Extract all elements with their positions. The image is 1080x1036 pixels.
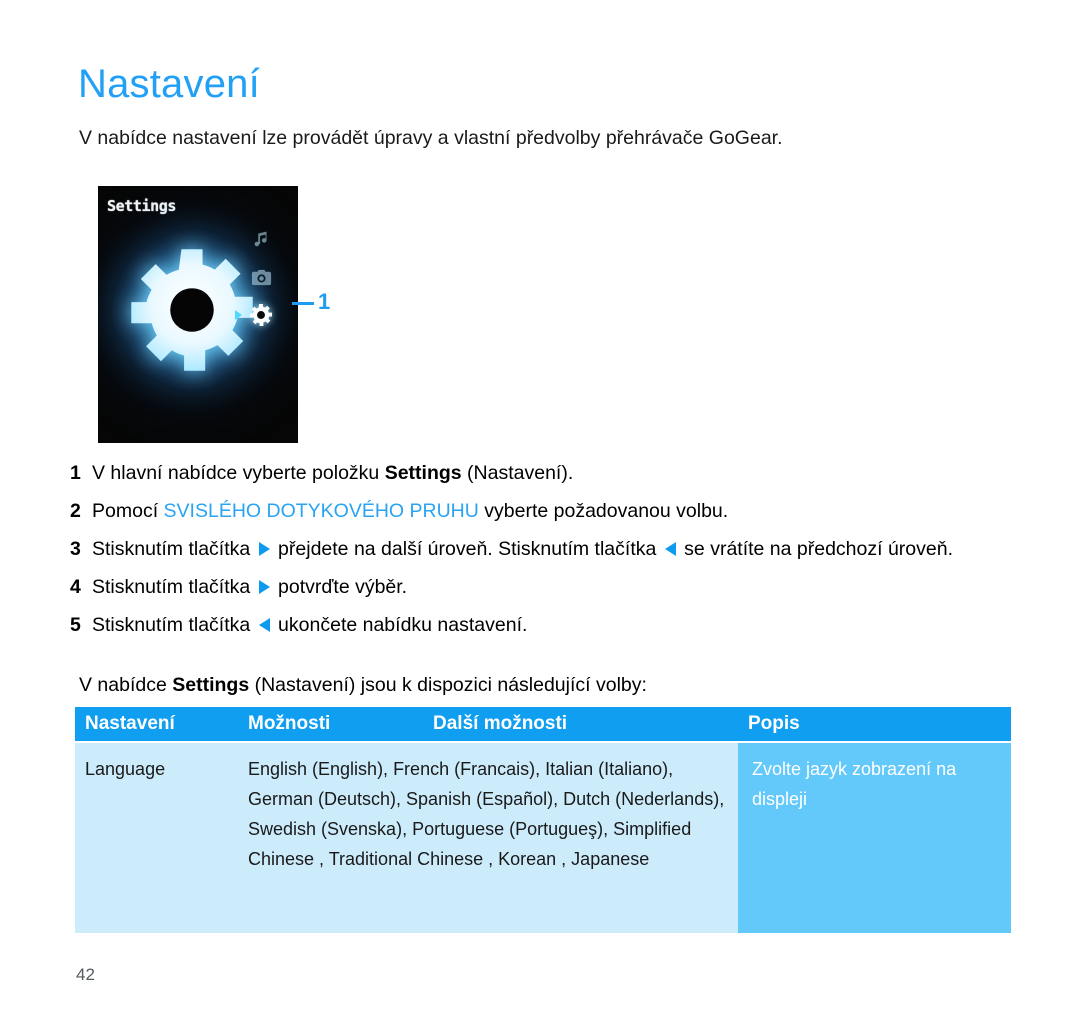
gear-icon-small — [248, 302, 274, 328]
device-icon-strip — [235, 226, 282, 328]
step-item: 2 Pomocí SVISLÉHO DOTYKOVÉHO PRUHU vyber… — [70, 498, 1015, 524]
step-text-part: vyberte požadovanou volbu. — [478, 500, 729, 522]
step-text-part: Stisknutím tlačítka — [92, 576, 256, 598]
table-cell-description: Zvolte jazyk zobrazení na displeji — [738, 743, 1011, 933]
step-item: 4 Stisknutím tlačítka potvrďte výběr. — [70, 574, 1015, 600]
device-icon-row-settings — [235, 302, 274, 328]
step-text: Stisknutím tlačítka ukončete nabídku nas… — [92, 612, 1015, 638]
table-cell-options: English (English), French (Francais), It… — [238, 743, 738, 933]
settings-table: Nastavení Možnosti Další možnosti Popis … — [75, 707, 1011, 933]
step-item: 1 V hlavní nabídce vyberte položku Setti… — [70, 460, 1015, 486]
table-header-row: Nastavení Možnosti Další možnosti Popis — [75, 707, 1011, 741]
step-text-highlight: SVISLÉHO DOTYKOVÉHO PRUHU — [163, 500, 479, 522]
step-text-part: Pomocí — [92, 500, 164, 522]
step-text-part: přejdete na další úroveň. Stisknutím tla… — [272, 538, 662, 560]
right-arrow-icon — [258, 580, 270, 594]
left-arrow-icon — [664, 542, 676, 556]
device-screen-title: Settings — [107, 197, 177, 215]
lead-in-before: V nabídce — [79, 674, 173, 696]
device-screenshot: Settings — [98, 186, 298, 443]
selection-arrow-icon — [235, 310, 242, 320]
step-text-bold: Settings — [384, 462, 462, 484]
music-note-icon — [248, 226, 274, 252]
step-text-part: Stisknutím tlačítka — [92, 538, 256, 560]
step-text: Stisknutím tlačítka potvrďte výběr. — [92, 574, 1015, 600]
callout-leader-line — [292, 302, 314, 305]
table-lead-in-text: V nabídce Settings (Nastavení) jsou k di… — [79, 672, 1009, 698]
step-number: 3 — [70, 538, 81, 560]
table-cell-setting: Language — [75, 743, 238, 933]
step-number: 5 — [70, 614, 81, 636]
right-arrow-icon — [258, 542, 270, 556]
step-text-part: (Nastavení). — [461, 462, 574, 484]
page-title: Nastavení — [78, 62, 260, 106]
lead-in-after: (Nastavení) jsou k dispozici následující… — [249, 674, 647, 696]
table-header-setting: Nastavení — [85, 713, 175, 734]
callout-number-1: 1 — [318, 289, 331, 314]
step-item: 5 Stisknutím tlačítka ukončete nabídku n… — [70, 612, 1015, 638]
step-item: 3 Stisknutím tlačítka přejdete na další … — [70, 536, 1015, 562]
table-header-description: Popis — [748, 713, 800, 734]
lead-in-bold: Settings — [172, 674, 250, 696]
intro-paragraph: V nabídce nastavení lze provádět úpravy … — [79, 127, 783, 149]
step-text: Pomocí SVISLÉHO DOTYKOVÉHO PRUHU vyberte… — [92, 498, 1015, 524]
left-arrow-icon — [258, 618, 270, 632]
step-text-part: V hlavní nabídce vyberte položku — [92, 462, 385, 484]
step-number: 2 — [70, 500, 81, 522]
step-text: V hlavní nabídce vyberte položku Setting… — [92, 460, 1015, 486]
step-number: 4 — [70, 576, 81, 598]
table-row: Language English (English), French (Fran… — [75, 741, 1011, 933]
page-number: 42 — [76, 965, 95, 984]
step-text-part: potvrďte výběr. — [272, 576, 408, 598]
step-text: Stisknutím tlačítka přejdete na další úr… — [92, 536, 1015, 562]
instruction-steps: 1 V hlavní nabídce vyberte položku Setti… — [70, 460, 1015, 650]
step-text-part: Stisknutím tlačítka — [92, 614, 256, 636]
table-header-more-options: Další možnosti — [433, 713, 568, 734]
camera-icon — [248, 264, 274, 290]
step-text-part: ukončete nabídku nastavení. — [272, 614, 528, 636]
device-icon-row-camera — [248, 264, 274, 290]
device-icon-row-music — [248, 226, 274, 252]
step-text-part: se vrátíte na předchozí úroveň. — [678, 538, 954, 560]
step-number: 1 — [70, 462, 81, 484]
table-header-options: Možnosti — [248, 713, 331, 734]
